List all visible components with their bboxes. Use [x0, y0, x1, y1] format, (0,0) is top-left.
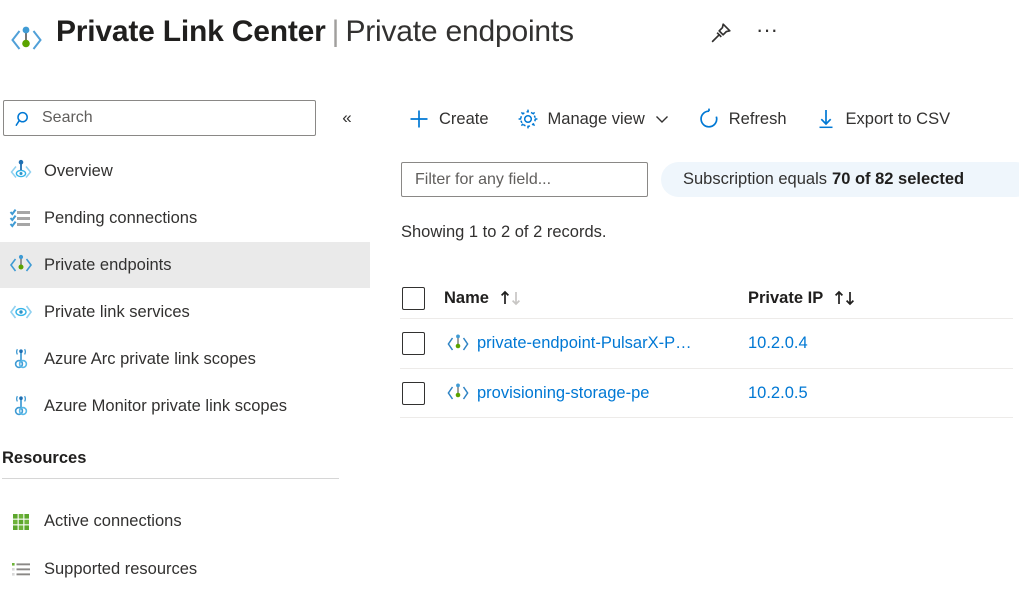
column-header-private-ip[interactable]: Private IP	[748, 289, 948, 308]
column-header-name[interactable]: Name	[444, 289, 748, 308]
table-row[interactable]: provisioning-storage-pe 10.2.0.5	[400, 368, 1013, 418]
subscription-filter-value: 70 of 82 selected	[832, 170, 964, 189]
filter-input[interactable]	[413, 163, 638, 196]
refresh-icon	[696, 106, 722, 132]
record-count-text: Showing 1 to 2 of 2 records.	[401, 223, 606, 242]
select-all-checkbox[interactable]	[402, 287, 425, 310]
column-header-name-label: Name	[444, 289, 489, 308]
sidebar-item-azure-monitor-private-link-scopes[interactable]: Azure Monitor private link scopes	[0, 383, 370, 429]
search-input[interactable]	[40, 101, 310, 135]
chevron-down-icon	[654, 111, 670, 127]
sidebar-item-pending-connections[interactable]: Pending connections	[0, 195, 370, 241]
private-link-icon	[8, 22, 44, 58]
create-button-label: Create	[439, 110, 489, 129]
sort-ascending-icon[interactable]	[498, 289, 528, 307]
sort-icon[interactable]	[832, 289, 862, 307]
export-to-csv-button-label: Export to CSV	[846, 110, 951, 129]
azure-arc-scope-icon	[6, 346, 36, 372]
sidebar: « Overview Pendi	[0, 90, 385, 604]
sidebar-item-private-endpoints[interactable]: Private endpoints	[0, 242, 370, 288]
private-link-service-icon	[6, 299, 36, 325]
filter-box[interactable]	[401, 162, 648, 197]
sidebar-item-azure-arc-private-link-scopes[interactable]: Azure Arc private link scopes	[0, 336, 370, 382]
filter-row: Subscription equals 70 of 82 selected	[400, 162, 1019, 202]
sidebar-item-active-connections[interactable]: Active connections	[0, 498, 370, 544]
subscription-filter-pill[interactable]: Subscription equals 70 of 82 selected	[661, 162, 1019, 197]
create-button[interactable]: Create	[400, 100, 495, 138]
refresh-button-label: Refresh	[729, 110, 787, 129]
sidebar-item-label: Azure Arc private link scopes	[44, 350, 256, 369]
resources-divider	[2, 478, 339, 479]
overview-private-link-icon	[6, 158, 36, 184]
grid-icon	[6, 508, 36, 534]
private-ip-link[interactable]: 10.2.0.5	[748, 384, 808, 403]
sidebar-item-supported-resources[interactable]: Supported resources	[0, 546, 370, 592]
table-header-row: Name Private IP	[400, 278, 1013, 318]
page-title-secondary: Private endpoints	[345, 15, 573, 48]
pending-connections-icon	[6, 205, 36, 231]
page-title-primary: Private Link Center	[56, 15, 326, 48]
export-to-csv-button[interactable]: Export to CSV	[807, 100, 957, 138]
column-header-private-ip-label: Private IP	[748, 289, 823, 308]
page-title-separator: |	[326, 15, 346, 48]
search-icon	[15, 110, 33, 128]
pin-icon[interactable]	[704, 18, 736, 50]
collapse-sidebar-button[interactable]: «	[333, 104, 361, 132]
main-content: Create Manage view	[400, 90, 1019, 604]
resources-section-heading: Resources	[2, 449, 362, 468]
manage-view-button-label: Manage view	[548, 110, 645, 129]
cell-name: provisioning-storage-pe	[444, 381, 748, 405]
sidebar-item-label: Supported resources	[44, 560, 197, 579]
row-select-cell	[400, 332, 444, 355]
ellipsis-icon[interactable]: ···	[750, 18, 784, 50]
sidebar-item-private-link-services[interactable]: Private link services	[0, 289, 370, 335]
command-toolbar: Create Manage view	[400, 98, 970, 140]
cell-private-ip: 10.2.0.4	[748, 334, 948, 353]
sidebar-item-overview[interactable]: Overview	[0, 148, 370, 194]
private-ip-link[interactable]: 10.2.0.4	[748, 334, 808, 353]
private-endpoints-table: Name Private IP	[400, 278, 1019, 418]
download-icon	[813, 106, 839, 132]
sidebar-item-label: Azure Monitor private link scopes	[44, 397, 287, 416]
search-box[interactable]	[3, 100, 316, 136]
page-title: Private Link Center|Private endpoints	[56, 10, 574, 54]
cell-name: private-endpoint-PulsarX-P…	[444, 332, 748, 356]
row-checkbox[interactable]	[402, 332, 425, 355]
resource-link[interactable]: provisioning-storage-pe	[477, 384, 649, 403]
table-row[interactable]: private-endpoint-PulsarX-P… 10.2.0.4	[400, 318, 1013, 368]
list-icon	[6, 556, 36, 582]
row-checkbox[interactable]	[402, 382, 425, 405]
manage-view-button[interactable]: Manage view	[509, 100, 676, 138]
sidebar-item-label: Active connections	[44, 512, 182, 531]
gear-icon	[515, 106, 541, 132]
subscription-filter-prefix: Subscription equals	[683, 170, 827, 189]
row-select-cell	[400, 382, 444, 405]
page-header: Private Link Center|Private endpoints ··…	[0, 0, 1019, 78]
plus-icon	[406, 106, 432, 132]
sidebar-search-row: «	[0, 100, 385, 140]
private-endpoint-icon	[444, 332, 472, 356]
resource-link[interactable]: private-endpoint-PulsarX-P…	[477, 334, 692, 353]
azure-monitor-scope-icon	[6, 393, 36, 419]
select-all-cell	[400, 287, 444, 310]
refresh-button[interactable]: Refresh	[690, 100, 793, 138]
private-endpoint-icon	[444, 381, 472, 405]
sidebar-item-label: Private endpoints	[44, 256, 172, 275]
sidebar-item-label: Private link services	[44, 303, 190, 322]
private-endpoint-icon	[6, 252, 36, 278]
cell-private-ip: 10.2.0.5	[748, 384, 948, 403]
sidebar-item-label: Pending connections	[44, 209, 197, 228]
sidebar-item-label: Overview	[44, 162, 113, 181]
